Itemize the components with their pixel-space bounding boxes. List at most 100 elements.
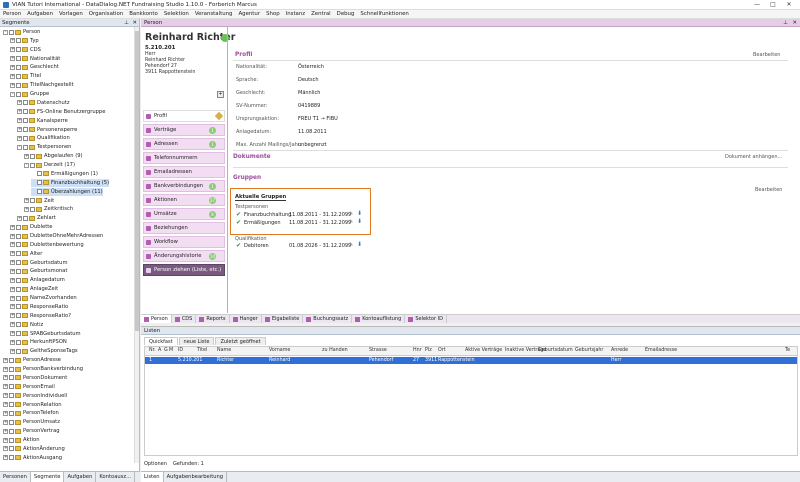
tree-item[interactable]: - Derzeit (17) (24, 161, 75, 169)
checkbox[interactable] (16, 47, 21, 53)
expand-icon[interactable]: + (3, 437, 8, 443)
nav-item[interactable]: Beziehungen (143, 222, 225, 234)
column-header[interactable]: Plz (425, 348, 432, 353)
checkbox[interactable] (37, 180, 42, 186)
checkbox[interactable] (16, 233, 21, 239)
collapse-icon[interactable]: - (3, 29, 8, 35)
column-header[interactable]: Anrede (611, 348, 628, 353)
checkbox[interactable] (9, 29, 14, 35)
expand-icon[interactable]: + (10, 38, 15, 44)
checkbox[interactable] (23, 144, 28, 150)
tree-item[interactable]: + AnlageZeit (10, 285, 58, 293)
column-header[interactable]: Geburtsjahr (575, 348, 603, 353)
tree-item[interactable]: + TitelNachgestellt (10, 81, 74, 89)
tab-selektor-id[interactable]: Selektor ID (405, 315, 447, 323)
close-icon[interactable]: ✕ (132, 19, 137, 27)
tab-zuletzt-geoeffnet[interactable]: Zuletzt geöffnet (215, 337, 266, 345)
tab-person[interactable]: Person (141, 315, 172, 323)
column-header[interactable]: Geburtsdatum (538, 348, 573, 353)
tab-reports[interactable]: Reports (196, 315, 230, 323)
column-header[interactable]: Name (217, 348, 231, 353)
expand-icon[interactable]: + (3, 410, 8, 416)
expand-icon[interactable]: + (3, 455, 8, 461)
checkbox[interactable] (37, 171, 42, 177)
expand-icon[interactable]: + (17, 109, 22, 115)
checkbox[interactable] (9, 446, 14, 452)
menu-selektion[interactable]: Selektion (161, 10, 192, 19)
checkbox[interactable] (23, 135, 28, 141)
arrow-down-icon[interactable]: ⬇ (357, 211, 362, 217)
edit-icon[interactable]: ✎ (349, 220, 354, 225)
column-header[interactable]: Nr. (149, 348, 156, 353)
options-button[interactable]: Optionen (144, 461, 167, 467)
expand-icon[interactable]: + (10, 348, 15, 354)
tree-item[interactable]: + ResponseRatio (10, 303, 68, 311)
tree-item[interactable]: + DubletteOhneMehrAdressen (10, 232, 103, 240)
nav-item[interactable]: Workflow (143, 236, 225, 248)
tree-item[interactable]: + CDS (10, 46, 41, 54)
checkbox[interactable] (23, 215, 28, 221)
tree-item[interactable]: + HerkunftPSON (10, 338, 67, 346)
tab-segmente[interactable]: Segmente (30, 472, 65, 482)
tree-item[interactable]: - Gruppe (10, 90, 49, 98)
tab-personen[interactable]: Personen (0, 472, 31, 482)
tab-aufgabenbearbeitung[interactable]: Aufgabenbearbeitung (164, 472, 228, 482)
checkbox[interactable] (16, 268, 21, 274)
nav-item[interactable]: Profil (143, 110, 225, 122)
menu-shop[interactable]: Shop (263, 10, 283, 19)
add-document-link[interactable]: Dokument anhängen... (725, 154, 782, 160)
expand-icon[interactable]: + (24, 153, 29, 159)
tab-cds[interactable]: CDS (172, 315, 197, 323)
expand-icon[interactable]: + (3, 384, 8, 390)
collapse-icon[interactable]: - (24, 162, 29, 168)
checkbox[interactable] (16, 242, 21, 248)
checkbox[interactable] (16, 224, 21, 230)
expand-icon[interactable]: + (10, 331, 15, 337)
collapse-icon[interactable]: - (17, 144, 22, 150)
tree-item[interactable]: + NameZvorhanden (10, 294, 77, 302)
pin-icon[interactable]: ⊥ (783, 19, 788, 27)
checkbox[interactable] (16, 304, 21, 310)
tab-buchungssatz[interactable]: Buchungssatz (303, 315, 353, 323)
checkbox[interactable] (23, 109, 28, 115)
tree-item[interactable]: + Titel (10, 72, 41, 80)
expand-icon[interactable]: + (10, 277, 15, 283)
tree-item[interactable]: + ResponseRatio? (10, 312, 71, 320)
checkbox[interactable] (16, 91, 21, 97)
tree-item[interactable]: + Aktion (3, 436, 40, 444)
checkbox[interactable] (16, 56, 21, 62)
tab-kontoauszug[interactable]: Kontoausz... (96, 472, 136, 482)
tree-item[interactable]: - Person (3, 28, 40, 36)
arrow-down-icon[interactable]: ⬇ (357, 242, 362, 248)
tab-neue-liste[interactable]: neue Liste (178, 337, 215, 345)
checkbox[interactable] (9, 410, 14, 416)
tree-item[interactable]: + Typ (10, 37, 39, 45)
tree-item[interactable]: Überzahlungen (11) (31, 187, 103, 196)
tree-item[interactable]: + Nationalität (10, 55, 60, 63)
menu-vorlagen[interactable]: Vorlagen (56, 10, 86, 19)
column-header[interactable]: Aktive Verträge (465, 348, 502, 353)
checkbox[interactable] (16, 260, 21, 266)
tree-item[interactable]: + Dublettenbewertung (10, 241, 84, 249)
tree-item[interactable]: + Zehlart (17, 214, 56, 222)
expand-icon[interactable]: + (10, 260, 15, 266)
tree-item[interactable]: + PersonTelefon (3, 409, 59, 417)
expand-icon[interactable]: + (10, 286, 15, 292)
expand-icon[interactable]: + (3, 375, 8, 381)
column-header[interactable]: Strasse (369, 348, 387, 353)
nav-item[interactable]: Bankverbindungen 1 (143, 180, 225, 192)
tree-item[interactable]: Finanzbuchhaltung (5) (31, 178, 110, 187)
expand-icon[interactable]: + (10, 47, 15, 53)
column-header[interactable]: Te (785, 348, 790, 353)
checkbox[interactable] (16, 348, 21, 354)
expand-icon[interactable]: + (10, 56, 15, 62)
checkbox[interactable] (16, 331, 21, 337)
column-header[interactable]: ID (178, 348, 183, 353)
expand-icon[interactable]: + (3, 402, 8, 408)
expand-icon[interactable]: + (17, 215, 22, 221)
column-header[interactable]: Titel (197, 348, 207, 353)
tree-item[interactable]: + PersonVertrag (3, 427, 60, 435)
expand-icon[interactable]: + (3, 357, 8, 363)
collapse-icon[interactable]: - (10, 91, 15, 97)
expand-icon[interactable]: + (17, 118, 22, 124)
